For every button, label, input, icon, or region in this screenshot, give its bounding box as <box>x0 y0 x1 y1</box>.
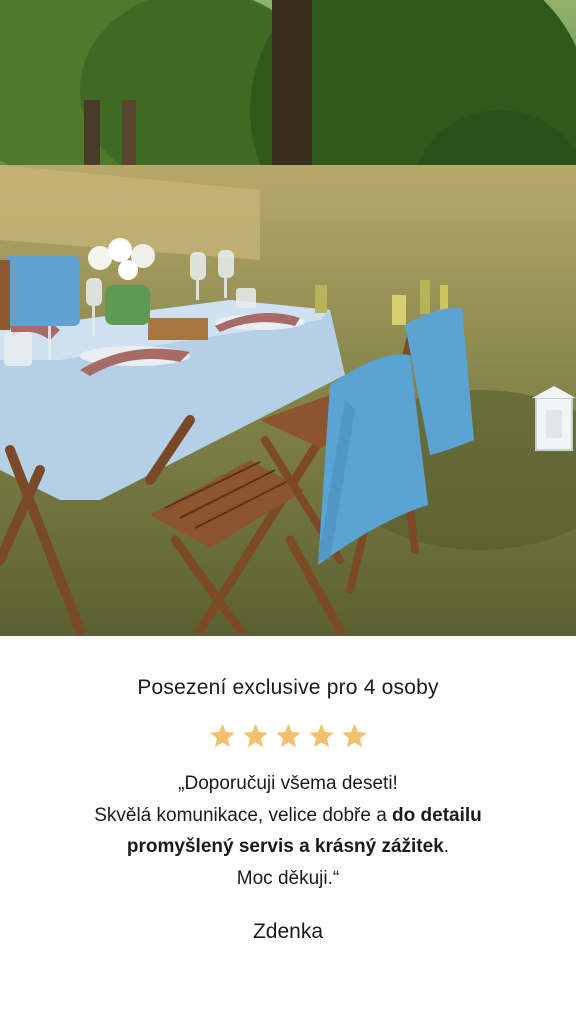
review-author: Zdenka <box>252 920 324 943</box>
review-quote: „Doporučuji všema deseti! Skvělá komunik… <box>20 768 556 894</box>
quote-line-2-text: Skvělá komunikace, velice dobře a <box>94 804 393 826</box>
review-card: Posezení exclusive pro 4 osoby „Doporuču… <box>0 636 576 1024</box>
hero-photo <box>0 0 576 636</box>
review-title: Posezení exclusive pro 4 osoby <box>137 676 439 699</box>
rating-stars <box>0 722 576 750</box>
quote-line-4: Moc děkuji.“ <box>236 867 340 889</box>
star-icon <box>308 723 334 748</box>
star-icon <box>275 723 301 748</box>
quote-line-2-bold: do detailu <box>392 804 482 826</box>
star-icon <box>341 723 367 748</box>
quote-line-1: „Doporučuji všema deseti! <box>178 773 398 794</box>
quote-line-3-end: . <box>443 836 450 857</box>
quote-line-2: Skvělá komunikace, velice dobře a do det… <box>20 800 556 832</box>
quote-line-3-bold: promyšlený servis a krásný zážitek <box>126 836 444 857</box>
star-icon <box>209 723 235 748</box>
quote-line-3: promyšlený servis a krásný zážitek. <box>20 831 556 863</box>
star-icon <box>242 723 268 748</box>
